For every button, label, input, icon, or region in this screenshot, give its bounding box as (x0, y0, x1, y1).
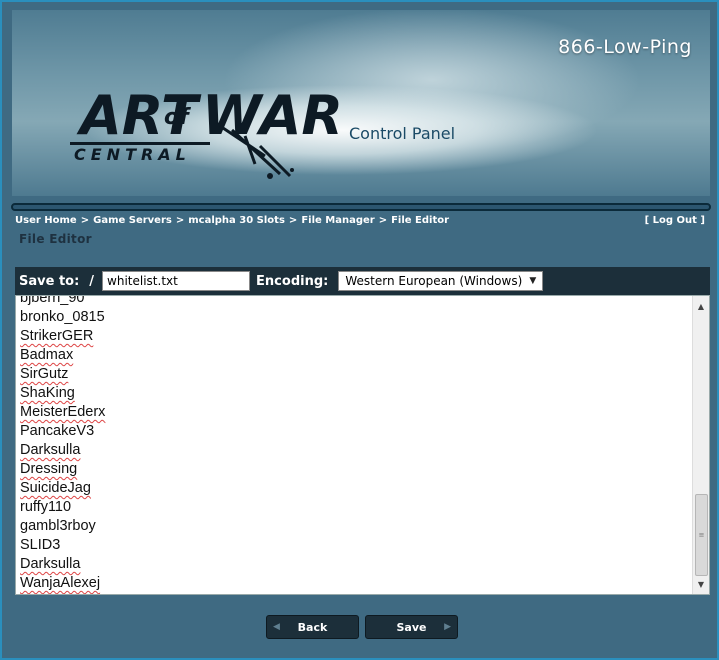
editor-line: bronko_0815 (20, 309, 105, 325)
save-to-label: Save to: (19, 273, 80, 289)
logo-of: of (164, 105, 191, 130)
editor-line: bjbern_90 (20, 295, 85, 306)
editor-line: gambl3rboy (20, 518, 96, 534)
encoding-select[interactable]: Western European (Windows) ▼ (338, 271, 544, 291)
host-label: 866-Low-Ping (558, 36, 692, 58)
editor-line: ruffy110 (20, 499, 72, 515)
logout-link[interactable]: [ Log Out ] (645, 215, 705, 226)
logo-war: WAR (202, 84, 343, 147)
encoding-selected-value: Western European (Windows) (345, 274, 523, 288)
back-button[interactable]: ◀ Back (266, 615, 359, 639)
path-prefix: / (89, 273, 95, 289)
triangle-down-icon[interactable]: ▼ (693, 576, 709, 592)
editor-line: SirGutz (20, 366, 69, 382)
logo-central: CENTRAL (74, 145, 191, 164)
header-banner: 866-Low-Ping ART of WAR CENTRAL Control … (12, 10, 710, 196)
triangle-left-icon: ◀ (273, 622, 280, 632)
file-content-textarea[interactable]: bjbern_90 bronko_0815 StrikerGER Badmax Sir… (15, 295, 710, 595)
breadcrumb-user-home[interactable]: User Home (15, 215, 77, 226)
filename-input[interactable] (102, 271, 251, 291)
editor-lines: bjbern_90 bronko_0815 StrikerGER Badmax Sir… (20, 295, 106, 593)
breadcrumb-server[interactable]: mcalpha 30 Slots (188, 215, 285, 226)
breadcrumb: User Home > Game Servers > mcalpha 30 Sl… (15, 215, 449, 226)
logo-graphic: ART of WAR CENTRAL (70, 84, 343, 179)
breadcrumb-game-servers[interactable]: Game Servers (93, 215, 172, 226)
chevron-down-icon: ▼ (529, 276, 537, 286)
page-frame: 866-Low-Ping ART of WAR CENTRAL Control … (0, 0, 719, 660)
editor-line: SLID3 (20, 537, 61, 553)
editor-line: PancakeV3 (20, 423, 95, 439)
editor-toolbar: Save to: / Encoding: Western European (W… (15, 267, 710, 295)
editor-line: Darksulla (20, 442, 81, 458)
editor-scrollbar[interactable]: ▲ ≡ ▼ (692, 296, 709, 594)
editor-line: Badmax (20, 347, 74, 363)
encoding-label: Encoding: (256, 273, 329, 289)
scrollbar-thumb[interactable]: ≡ (695, 494, 708, 576)
page-title: File Editor (19, 232, 92, 246)
triangle-right-icon: ▶ (444, 622, 451, 632)
breadcrumb-separator: > (288, 215, 298, 226)
editor-line: Dressing (20, 461, 78, 477)
editor-line: MeisterEderx (20, 404, 106, 420)
breadcrumb-file-manager[interactable]: File Manager (301, 215, 374, 226)
editor-line: WanjaAlexej (20, 575, 101, 591)
header-divider (11, 203, 711, 211)
save-button[interactable]: Save ▶ (365, 615, 458, 639)
editor-line: Darksulla (20, 556, 81, 572)
control-panel-label: Control Panel (349, 124, 456, 143)
triangle-up-icon[interactable]: ▲ (693, 298, 709, 314)
breadcrumb-separator: > (378, 215, 388, 226)
save-button-label: Save (396, 620, 427, 634)
breadcrumb-file-editor: File Editor (391, 215, 450, 226)
breadcrumb-separator: > (80, 215, 90, 226)
art-of-war-logo: ART of WAR CENTRAL (60, 66, 370, 186)
back-button-label: Back (297, 620, 328, 634)
editor-line: SuicideJag (20, 480, 91, 496)
editor-line: StrikerGER (20, 328, 94, 344)
editor-line: ShaKing (20, 385, 75, 401)
breadcrumb-separator: > (175, 215, 185, 226)
